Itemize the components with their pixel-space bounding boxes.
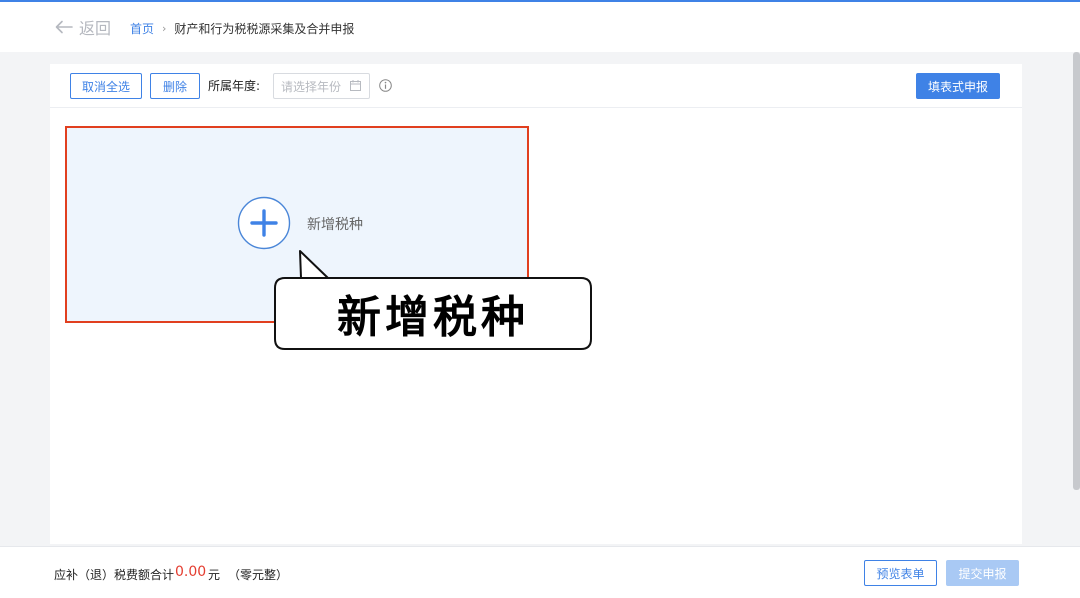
total-tax-amount: 0.00 (175, 564, 207, 580)
arrow-left-icon (55, 20, 73, 34)
submit-report-button[interactable]: 提交申报 (946, 560, 1019, 586)
preview-form-button[interactable]: 预览表单 (864, 560, 937, 586)
vertical-scrollbar[interactable] (1073, 52, 1080, 490)
year-picker[interactable]: 请选择年份 (273, 73, 370, 99)
info-circle-icon[interactable] (379, 79, 392, 92)
toolbar: 取消全选 删除 所属年度: 请选择年份 填表式申报 (50, 64, 1022, 108)
total-tax-label: 应补（退）税费额合计 (54, 568, 175, 582)
fill-form-report-button[interactable]: 填表式申报 (916, 73, 1000, 99)
footer-bar: 应补（退）税费额合计 0.00 元 （零元整） 预览表单 提交申报 (0, 546, 1080, 598)
plus-circle-icon (237, 196, 291, 250)
callout-annotation: 新增税种 (273, 250, 593, 351)
breadcrumb-separator: › (162, 21, 167, 35)
delete-button[interactable]: 删除 (150, 73, 200, 99)
breadcrumb-current: 财产和行为税税源采集及合并申报 (174, 21, 355, 36)
add-tax-type-label: 新增税种 (307, 217, 363, 233)
calendar-icon (350, 80, 361, 91)
deselect-all-button[interactable]: 取消全选 (70, 73, 142, 99)
top-bar: 返回 首页 › 财产和行为税税源采集及合并申报 (0, 2, 1080, 52)
year-label: 所属年度: (208, 79, 261, 93)
back-label: 返回 (79, 19, 112, 38)
amount-in-words: （零元整） (228, 568, 289, 582)
year-picker-placeholder: 请选择年份 (281, 79, 342, 94)
breadcrumb: 首页 › 财产和行为税税源采集及合并申报 (130, 19, 354, 37)
breadcrumb-home-link[interactable]: 首页 (130, 20, 154, 37)
back-button[interactable]: 返回 (55, 16, 111, 38)
amount-unit: 元 (208, 568, 221, 582)
callout-text: 新增税种 (337, 292, 529, 343)
